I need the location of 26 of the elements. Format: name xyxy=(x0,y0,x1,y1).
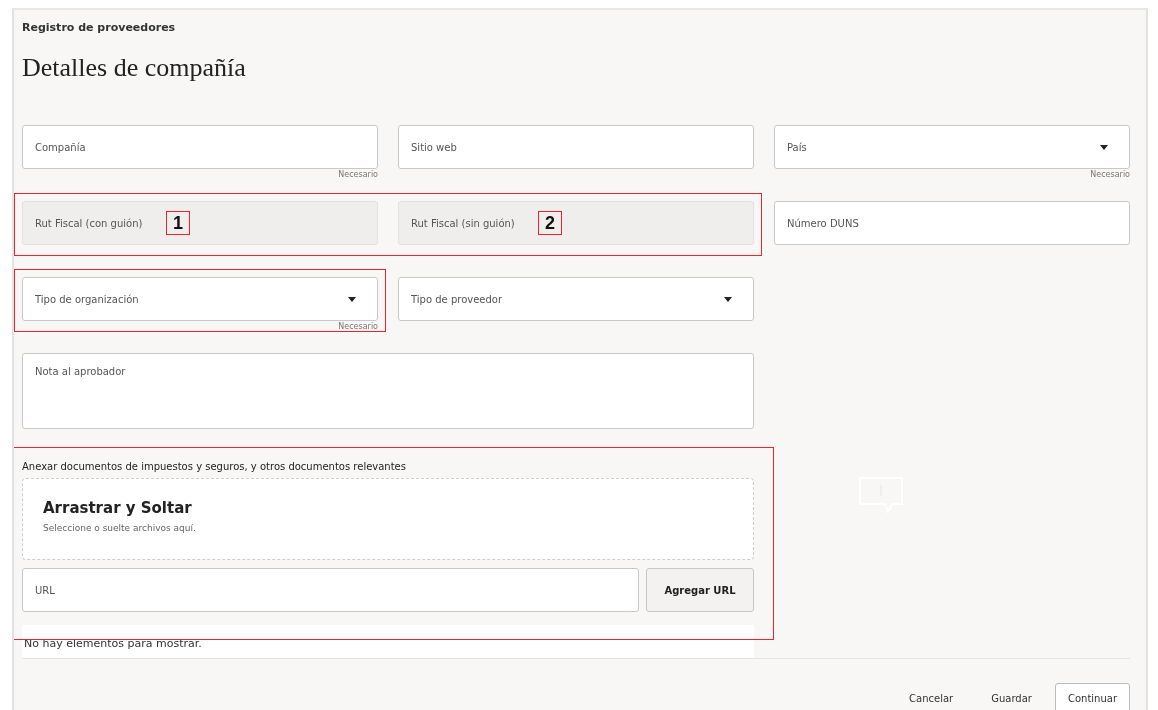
footer-button[interactable]: Continuar xyxy=(1054,683,1130,710)
drop-zone[interactable]: Arrastrar y Soltar Seleccione o suelte archivos aquí. xyxy=(22,478,754,560)
input-field[interactable]: Sitio web xyxy=(398,125,754,169)
note-field[interactable]: Nota al aprobador xyxy=(22,353,754,429)
drop-zone-title: Arrastrar y Soltar xyxy=(43,499,193,517)
callout-number: 2 xyxy=(538,211,562,235)
page-breadcrumb: Registro de proveedores xyxy=(22,20,177,36)
input-field[interactable]: Compañía xyxy=(22,125,378,169)
add-url-button[interactable]: Agregar URL xyxy=(646,568,754,612)
footer-button[interactable]: Guardar xyxy=(976,683,1047,710)
required-hint: Necesario xyxy=(338,322,378,331)
caret-icon xyxy=(1100,145,1108,150)
caret-icon xyxy=(348,297,356,302)
url-field[interactable]: URL xyxy=(22,568,639,612)
dropdown-field[interactable]: País xyxy=(774,125,1130,169)
section-label: Anexar documentos de impuestos y seguros, y otros documentos relevantes xyxy=(22,461,407,474)
required-hint: Necesario xyxy=(338,170,378,179)
dropdown-field[interactable]: Tipo de proveedor xyxy=(398,277,754,321)
callout-number: 1 xyxy=(166,211,190,235)
caret-icon xyxy=(724,297,732,302)
required-hint: Necesario xyxy=(1090,170,1130,179)
page-title: Detalles de compañía xyxy=(22,52,247,84)
input-field[interactable]: Número DUNS xyxy=(774,201,1130,245)
dropdown-field[interactable]: Tipo de organización xyxy=(22,277,378,321)
footer-button[interactable]: Cancelar xyxy=(894,683,969,710)
drop-zone-subtitle: Seleccione o suelte archivos aquí. xyxy=(43,523,197,533)
